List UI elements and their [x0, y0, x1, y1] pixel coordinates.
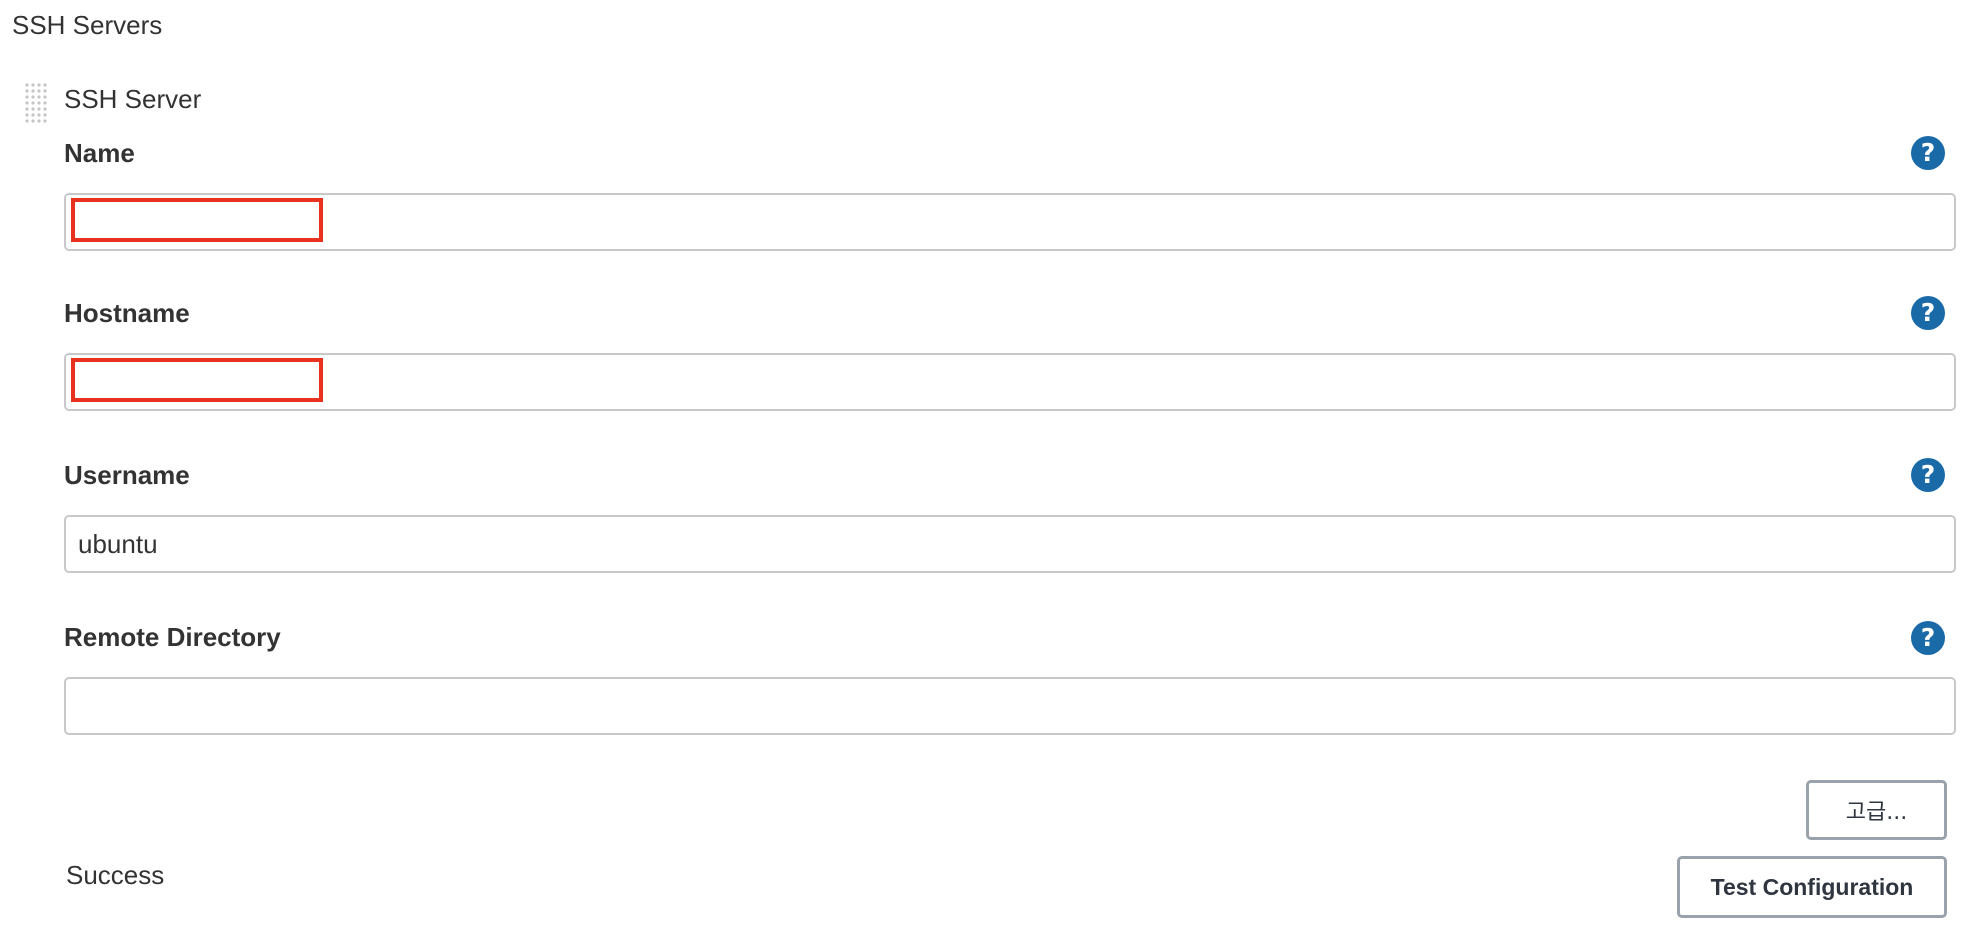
- username-input[interactable]: [64, 515, 1956, 573]
- remote-directory-help-icon[interactable]: ?: [1911, 621, 1945, 655]
- name-label: Name: [64, 138, 135, 168]
- username-label: Username: [64, 460, 190, 490]
- hostname-input[interactable]: [64, 353, 1956, 411]
- advanced-button[interactable]: 고급...: [1806, 780, 1947, 840]
- name-input[interactable]: [64, 193, 1956, 251]
- test-configuration-button[interactable]: Test Configuration: [1677, 856, 1947, 918]
- hostname-help-icon[interactable]: ?: [1911, 296, 1945, 330]
- name-redaction-box: [71, 198, 323, 242]
- drag-handle-icon[interactable]: [24, 82, 48, 124]
- name-help-icon[interactable]: ?: [1911, 136, 1945, 170]
- test-status-text: Success: [66, 860, 165, 890]
- hostname-label: Hostname: [64, 298, 190, 328]
- remote-directory-label: Remote Directory: [64, 622, 281, 652]
- hostname-redaction-box: [71, 358, 323, 402]
- username-help-icon[interactable]: ?: [1911, 458, 1945, 492]
- remote-directory-input[interactable]: [64, 677, 1956, 735]
- ssh-server-block-title: SSH Server: [64, 84, 202, 114]
- section-title: SSH Servers: [12, 10, 163, 40]
